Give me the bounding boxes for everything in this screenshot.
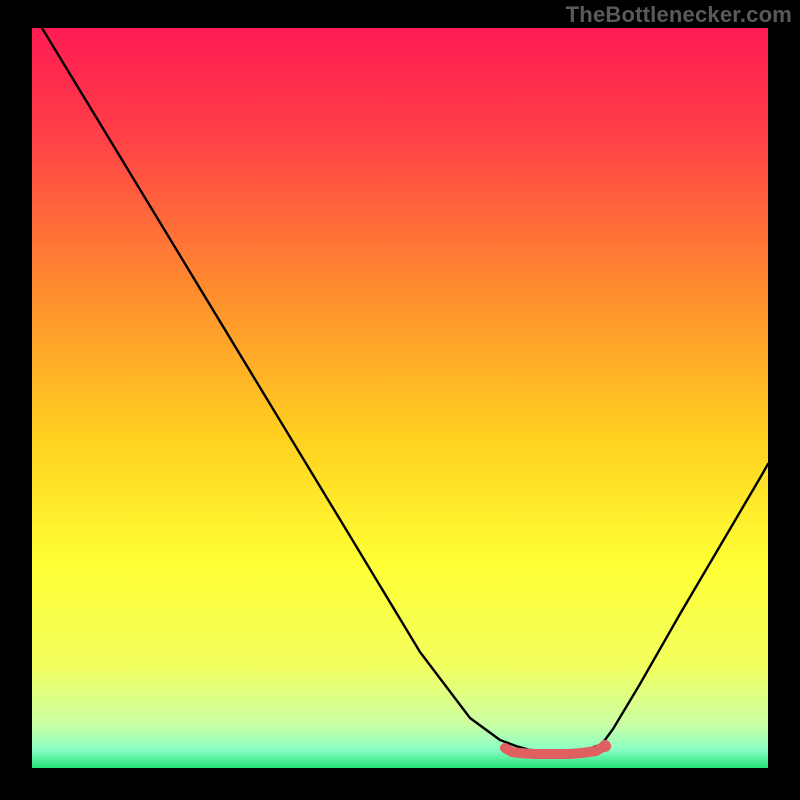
bottleneck-chart [0,0,800,800]
chart-container: TheBottlenecker.com [0,0,800,800]
watermark-text: TheBottlenecker.com [566,2,792,28]
optimal-point-marker [599,740,611,752]
plot-background [32,28,768,768]
